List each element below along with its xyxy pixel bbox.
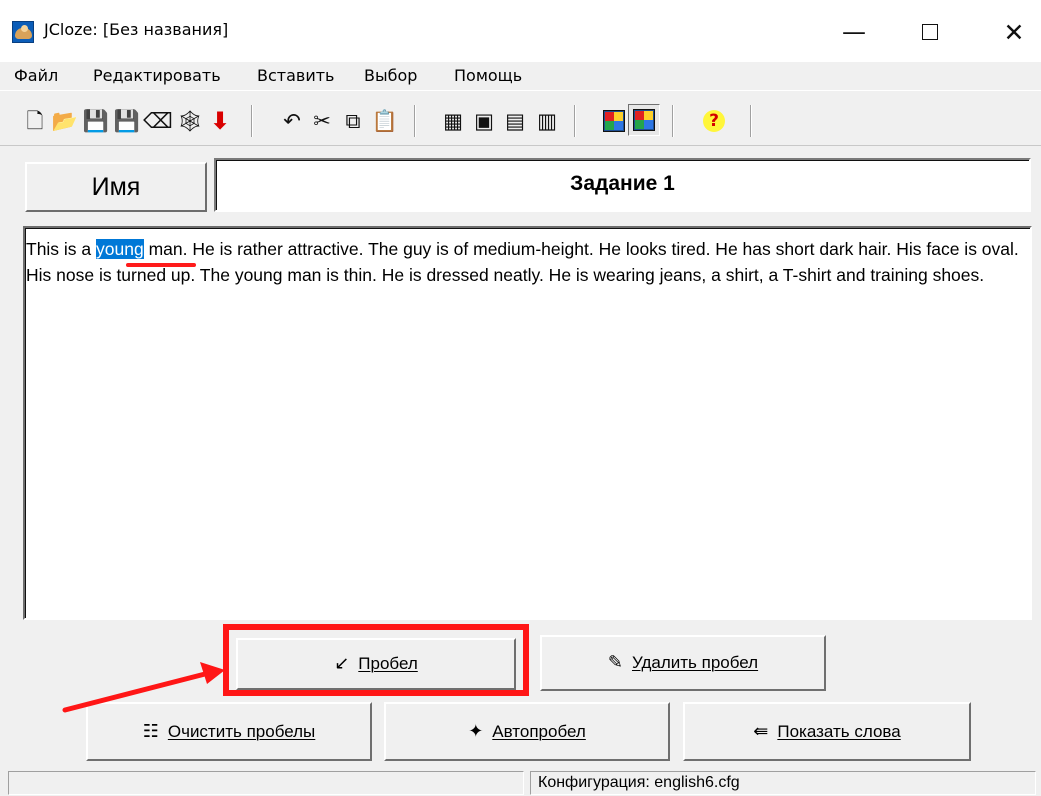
- toolbar-separator: [574, 105, 576, 137]
- save-as-icon[interactable]: 💾: [114, 109, 140, 133]
- remove-gap-button-label: Удалить пробел: [631, 653, 759, 672]
- minimize-button[interactable]: —: [827, 8, 881, 56]
- menu-select[interactable]: Выбор: [364, 66, 417, 85]
- cloze-text-editor[interactable]: This is a young man. He is rather attrac…: [23, 226, 1032, 620]
- close-icon: ✕: [1003, 17, 1025, 47]
- selected-word-underline-annotation: [126, 263, 196, 267]
- gap-button-label: Пробел: [358, 654, 418, 673]
- pressed-colour-icon[interactable]: [628, 104, 660, 136]
- remove-gap-button[interactable]: ✎ Удалить пробел: [540, 635, 826, 691]
- toolbar-separator: [672, 105, 674, 137]
- cut-icon[interactable]: ✂: [310, 109, 334, 133]
- menu-edit[interactable]: Редактировать: [93, 66, 221, 85]
- new-document-icon[interactable]: 🗋: [23, 109, 47, 133]
- status-bar: Конфигурация: english6.cfg: [0, 771, 1041, 796]
- clear-gaps-button-label: Очистить пробелы: [167, 721, 316, 741]
- colour-config-icon-image: [603, 110, 625, 132]
- gap-button[interactable]: ↙ Пробел: [236, 638, 516, 690]
- open-folder-icon[interactable]: 📂: [52, 109, 78, 133]
- name-button[interactable]: Имя: [25, 162, 207, 212]
- show-words-button-label: Показать слова: [777, 721, 901, 741]
- minimize-icon: —: [842, 18, 866, 46]
- help-icon: ?: [703, 110, 725, 132]
- title-bar: JCloze: [Без названия] — ✕: [0, 0, 1041, 62]
- cloze-web-icon[interactable]: ▦: [441, 109, 465, 133]
- paste-icon[interactable]: 📋: [372, 109, 398, 133]
- remove-gap-icon: ✎: [607, 652, 623, 673]
- show-words-icon: ⇚: [753, 720, 769, 742]
- arrow-shaft: [62, 671, 208, 713]
- menu-help[interactable]: Помощь: [454, 66, 522, 85]
- toolbar: 🗋 📂 💾 💾 ⌫ 🕸 ⬇ ↶ ✂ ⧉ 📋 ▦ ▣ ▤ ▥ ?: [0, 90, 1041, 146]
- colour-config-icon[interactable]: [602, 109, 626, 133]
- window-title: JCloze: [Без названия]: [44, 20, 229, 39]
- pointer-arrow-annotation: [62, 662, 225, 713]
- save-icon[interactable]: 💾: [83, 109, 109, 133]
- clear-gaps-icon: ☷: [142, 720, 159, 742]
- maximize-button[interactable]: [903, 8, 957, 56]
- selected-word[interactable]: young: [96, 239, 144, 259]
- show-words-button[interactable]: ⇚ Показать слова: [683, 702, 971, 761]
- arrow-head: [200, 662, 225, 684]
- options-icon[interactable]: ▤: [503, 109, 527, 133]
- configuration-status: Конфигурация: english6.cfg: [530, 771, 1036, 795]
- down-arrow-icon[interactable]: ⬇: [208, 109, 232, 133]
- close-button[interactable]: ✕: [987, 8, 1041, 56]
- toolbar-separator: [251, 105, 253, 137]
- pressed-colour-icon-image: [633, 109, 655, 131]
- status-left-panel: [8, 771, 524, 795]
- text-after-selection: man. He is rather attractive. The guy is…: [26, 239, 1019, 285]
- config-icon[interactable]: ▥: [535, 109, 559, 133]
- cloze-text[interactable]: This is a young man. He is rather attrac…: [26, 236, 1021, 288]
- web-export-icon[interactable]: 🕸: [177, 109, 204, 133]
- jcloze-app-icon[interactable]: [12, 21, 34, 43]
- maximize-icon: [922, 24, 938, 40]
- auto-gap-button[interactable]: ✦ Автопробел: [384, 702, 670, 761]
- menu-insert[interactable]: Вставить: [257, 66, 334, 85]
- help-button[interactable]: ?: [702, 109, 726, 133]
- toolbar-separator: [750, 105, 752, 137]
- auto-gap-icon: ✦: [468, 720, 484, 742]
- auto-gap-button-label: Автопробел: [492, 721, 586, 741]
- eraser-icon[interactable]: ⌫: [143, 109, 173, 133]
- menu-file[interactable]: Файл: [14, 66, 58, 85]
- task-title-input[interactable]: Задание 1: [214, 158, 1031, 212]
- export-icon[interactable]: ▣: [472, 109, 496, 133]
- toolbar-separator: [414, 105, 416, 137]
- gap-icon: ↙: [334, 653, 350, 674]
- copy-icon[interactable]: ⧉: [341, 109, 365, 133]
- text-before-selection: This is a: [26, 239, 97, 259]
- menu-bar: Файл Редактировать Вставить Выбор Помощь: [0, 62, 1041, 90]
- undo-icon[interactable]: ↶: [280, 109, 304, 133]
